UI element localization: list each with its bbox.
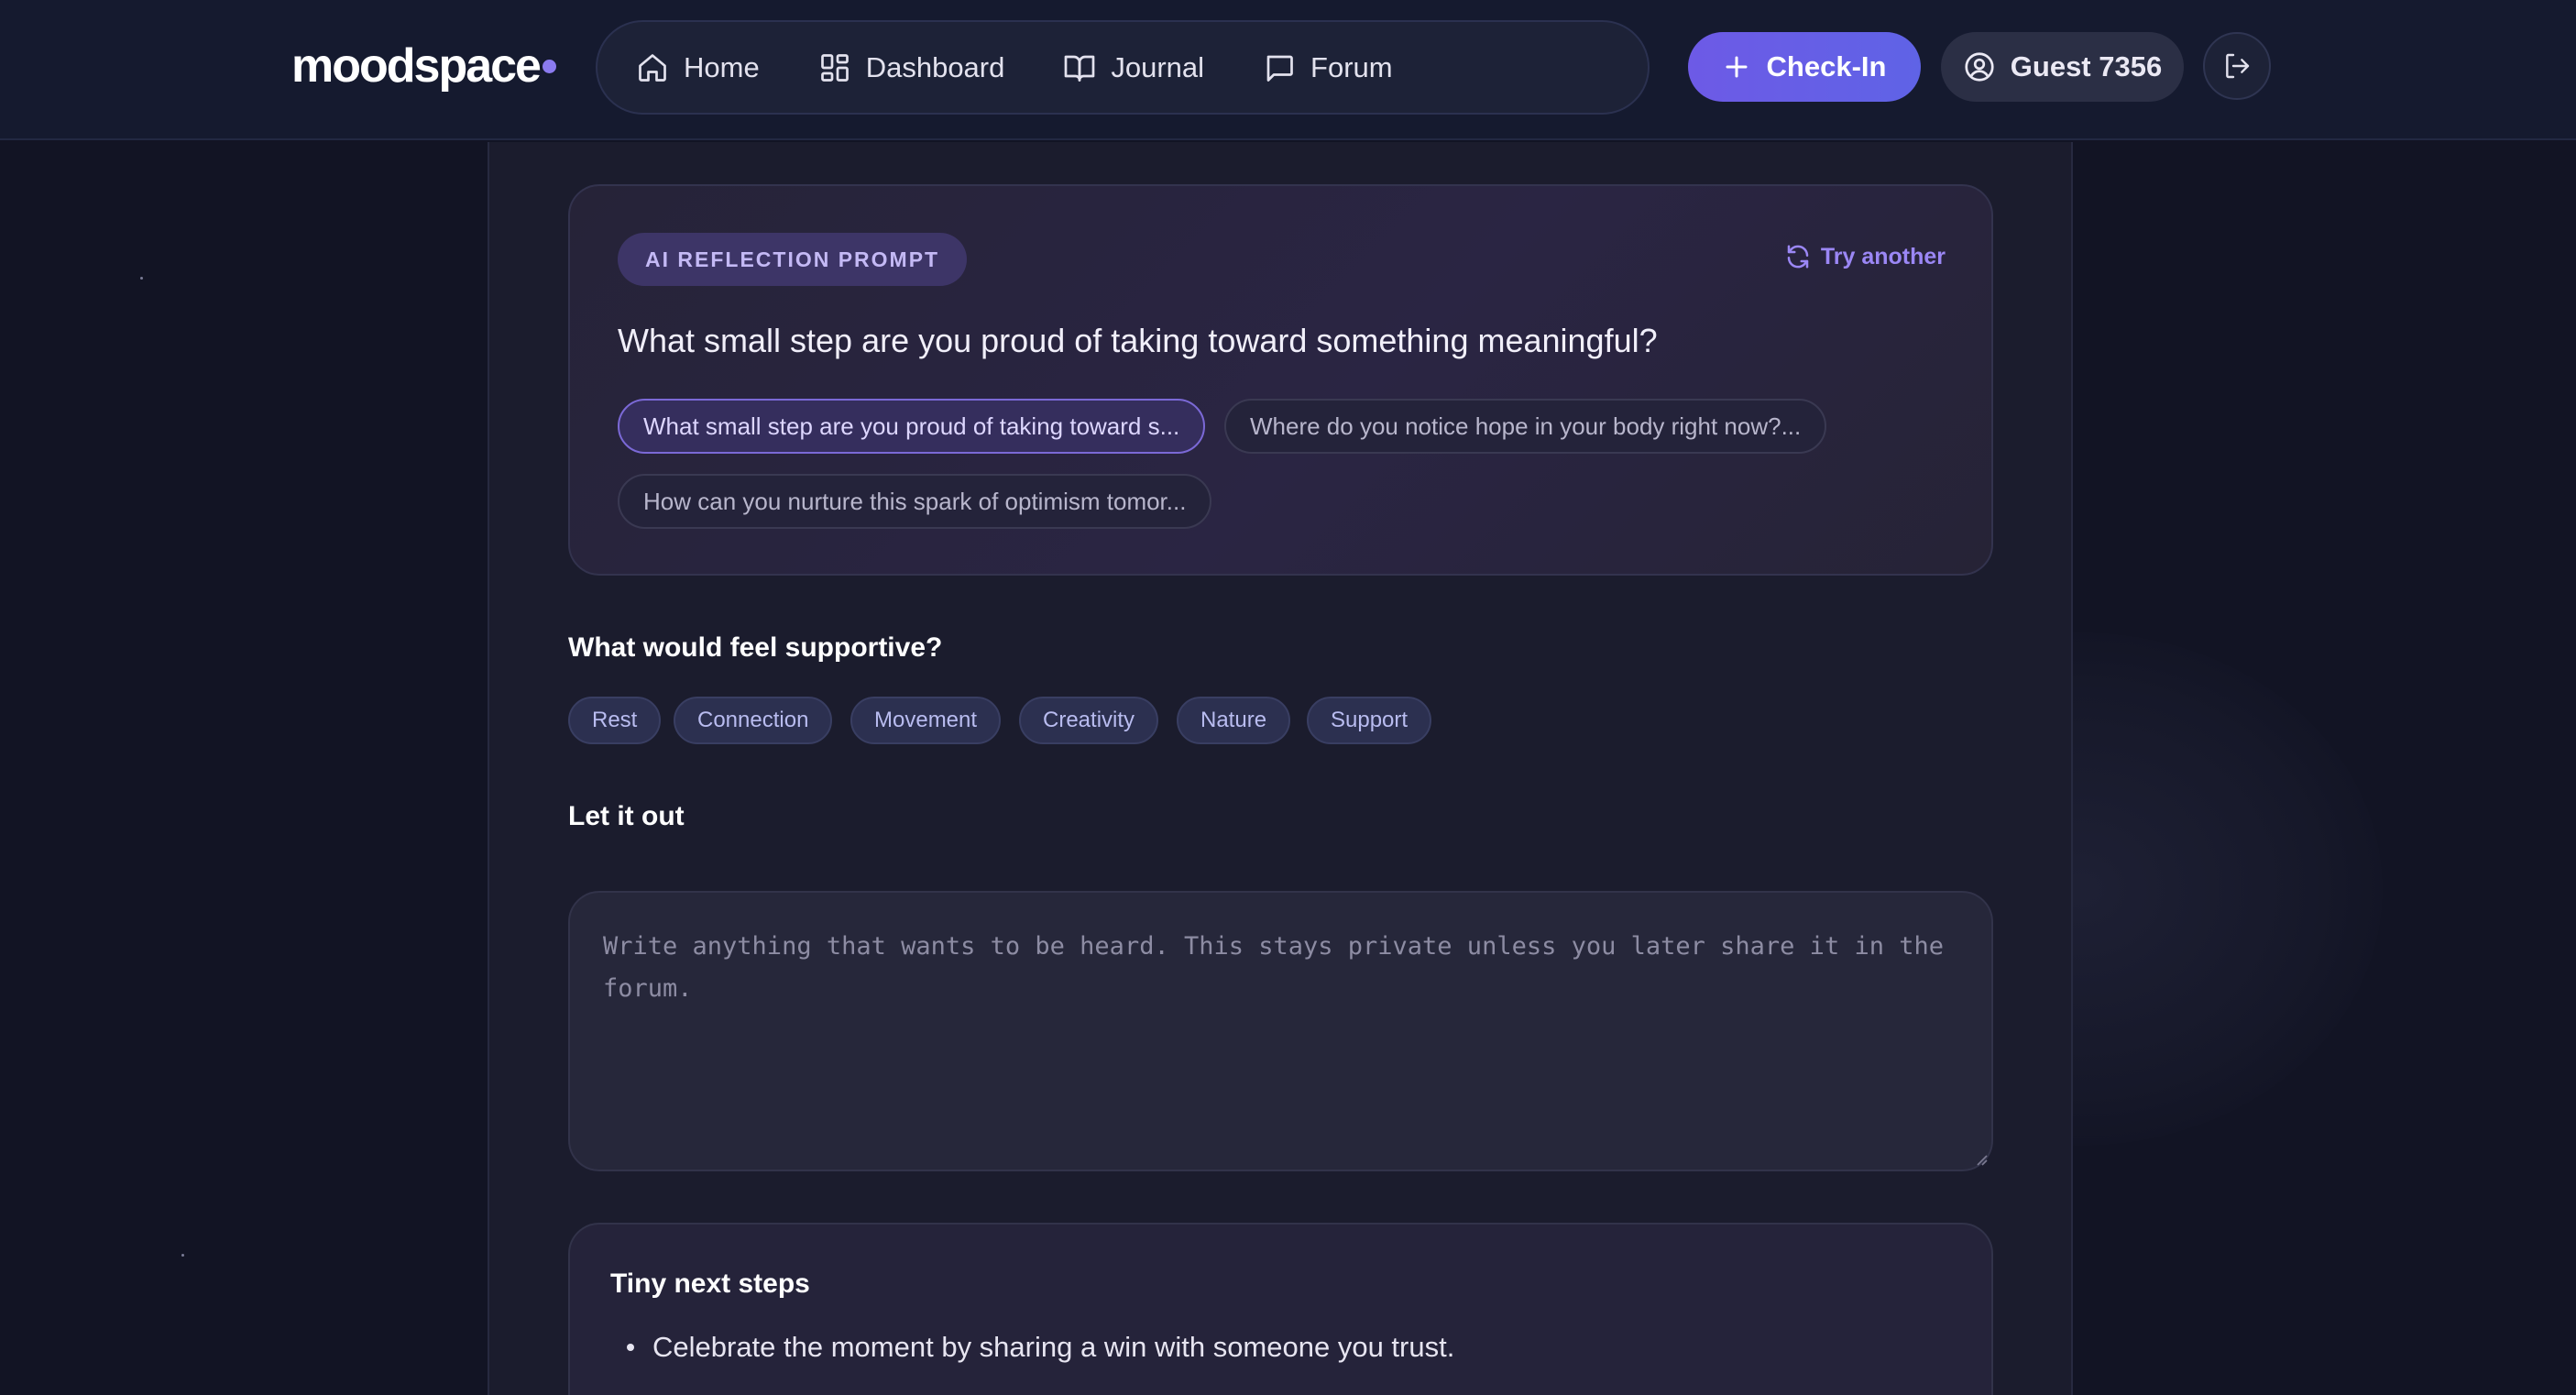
support-tag-movement[interactable]: Movement <box>850 697 1002 744</box>
next-steps-title: Tiny next steps <box>610 1269 810 1299</box>
support-tag-connection[interactable]: Connection <box>674 697 833 744</box>
next-steps-card: Tiny next steps Celebrate the moment by … <box>568 1223 1993 1395</box>
try-another-button[interactable]: Try another <box>1784 243 1946 270</box>
logout-button[interactable] <box>2203 32 2271 100</box>
guest-label: Guest 7356 <box>2010 50 2163 82</box>
nav-label: Dashboard <box>865 50 1005 83</box>
chat-icon <box>1266 55 1293 82</box>
plus-icon <box>1726 56 1748 78</box>
dashboard-icon <box>820 53 849 82</box>
nav-item-dashboard[interactable]: Dashboard <box>818 40 1005 95</box>
reflection-prompt-card: AI REFLECTION PROMPT Try another What sm… <box>568 184 1993 576</box>
guest-profile-button[interactable]: Guest 7356 <box>1941 32 2184 102</box>
list-item: Celebrate the moment by sharing a win wi… <box>610 1327 1454 1386</box>
logout-icon <box>2226 53 2250 79</box>
support-tag-rest[interactable]: Rest <box>568 697 662 744</box>
refresh-icon <box>1787 245 1809 269</box>
nav-label: Home <box>684 50 760 83</box>
background-star <box>140 277 143 280</box>
brand-dot <box>543 60 556 73</box>
user-circle-icon <box>1965 52 1994 82</box>
prompt-badge: AI REFLECTION PROMPT <box>618 233 968 286</box>
nav-label: Forum <box>1310 50 1393 83</box>
try-another-label: Try another <box>1820 243 1946 269</box>
resize-grip-icon[interactable] <box>1975 1153 1988 1166</box>
home-icon <box>639 53 666 82</box>
top-header: moodspace Home Dashboard Journal Forum C… <box>0 0 2576 140</box>
nav-label: Journal <box>1111 50 1205 83</box>
nav-item-forum[interactable]: Forum <box>1263 40 1393 95</box>
prompt-suggestion-chip[interactable]: Where do you notice hope in your body ri… <box>1224 399 1827 454</box>
prompt-question: What small step are you proud of taking … <box>618 322 1658 359</box>
supportive-title: What would feel supportive? <box>568 632 943 663</box>
book-icon <box>1065 55 1095 82</box>
nav-item-journal[interactable]: Journal <box>1063 40 1204 95</box>
support-tag-support[interactable]: Support <box>1307 697 1432 744</box>
next-steps-list: Celebrate the moment by sharing a win wi… <box>610 1327 1454 1386</box>
prompt-suggestion-chip[interactable]: What small step are you proud of taking … <box>618 399 1206 454</box>
check-in-button[interactable]: Check-In <box>1688 32 1921 102</box>
journal-title: Let it out <box>568 801 685 831</box>
check-in-label: Check-In <box>1766 50 1887 82</box>
background-star <box>181 1254 184 1257</box>
prompt-suggestion-chip[interactable]: How can you nurture this spark of optimi… <box>618 474 1212 529</box>
main-nav: Home Dashboard Journal Forum <box>596 20 1650 115</box>
nav-item-home[interactable]: Home <box>636 40 760 95</box>
journal-entry-input[interactable] <box>568 891 1993 1171</box>
brand-logo[interactable]: moodspace <box>291 38 542 93</box>
support-tag-nature[interactable]: Nature <box>1177 697 1291 744</box>
support-tag-creativity[interactable]: Creativity <box>1019 697 1159 744</box>
